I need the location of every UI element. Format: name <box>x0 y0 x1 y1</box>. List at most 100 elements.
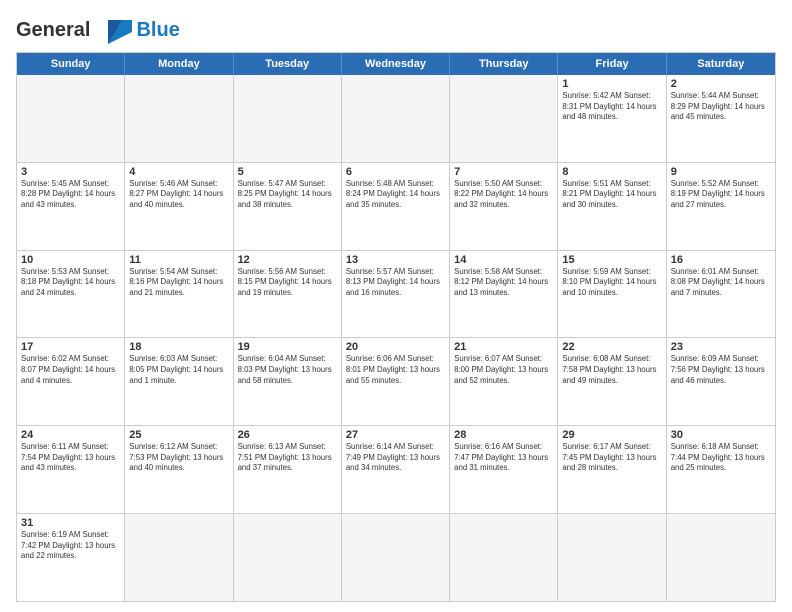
cal-cell <box>558 514 666 601</box>
cal-cell: 1Sunrise: 5:42 AM Sunset: 8:31 PM Daylig… <box>558 75 666 162</box>
day-number: 20 <box>346 341 445 353</box>
day-info: Sunrise: 6:07 AM Sunset: 8:00 PM Dayligh… <box>454 354 553 386</box>
cal-cell: 6Sunrise: 5:48 AM Sunset: 8:24 PM Daylig… <box>342 163 450 250</box>
day-info: Sunrise: 5:48 AM Sunset: 8:24 PM Dayligh… <box>346 179 445 211</box>
cal-cell: 2Sunrise: 5:44 AM Sunset: 8:29 PM Daylig… <box>667 75 775 162</box>
cal-cell: 29Sunrise: 6:17 AM Sunset: 7:45 PM Dayli… <box>558 426 666 513</box>
cal-cell: 25Sunrise: 6:12 AM Sunset: 7:53 PM Dayli… <box>125 426 233 513</box>
header-day-monday: Monday <box>125 53 233 75</box>
day-number: 30 <box>671 429 771 441</box>
header-day-wednesday: Wednesday <box>342 53 450 75</box>
cal-cell: 8Sunrise: 5:51 AM Sunset: 8:21 PM Daylig… <box>558 163 666 250</box>
cal-cell <box>125 75 233 162</box>
cal-cell: 28Sunrise: 6:16 AM Sunset: 7:47 PM Dayli… <box>450 426 558 513</box>
cal-cell: 14Sunrise: 5:58 AM Sunset: 8:12 PM Dayli… <box>450 251 558 338</box>
header-day-saturday: Saturday <box>667 53 775 75</box>
day-info: Sunrise: 6:13 AM Sunset: 7:51 PM Dayligh… <box>238 442 337 474</box>
day-number: 15 <box>562 254 661 266</box>
day-info: Sunrise: 6:18 AM Sunset: 7:44 PM Dayligh… <box>671 442 771 474</box>
day-number: 10 <box>21 254 120 266</box>
day-number: 27 <box>346 429 445 441</box>
day-info: Sunrise: 5:53 AM Sunset: 8:18 PM Dayligh… <box>21 267 120 299</box>
day-info: Sunrise: 5:46 AM Sunset: 8:27 PM Dayligh… <box>129 179 228 211</box>
day-number: 7 <box>454 166 553 178</box>
cal-cell <box>450 75 558 162</box>
day-number: 25 <box>129 429 228 441</box>
cal-cell: 12Sunrise: 5:56 AM Sunset: 8:15 PM Dayli… <box>234 251 342 338</box>
day-info: Sunrise: 5:42 AM Sunset: 8:31 PM Dayligh… <box>562 91 661 123</box>
logo-blue: Blue <box>136 19 179 42</box>
week-row-0: 1Sunrise: 5:42 AM Sunset: 8:31 PM Daylig… <box>17 75 775 162</box>
day-number: 18 <box>129 341 228 353</box>
day-info: Sunrise: 5:50 AM Sunset: 8:22 PM Dayligh… <box>454 179 553 211</box>
cal-cell: 27Sunrise: 6:14 AM Sunset: 7:49 PM Dayli… <box>342 426 450 513</box>
day-number: 26 <box>238 429 337 441</box>
cal-cell: 15Sunrise: 5:59 AM Sunset: 8:10 PM Dayli… <box>558 251 666 338</box>
cal-cell <box>125 514 233 601</box>
cal-cell <box>342 75 450 162</box>
day-info: Sunrise: 6:03 AM Sunset: 8:05 PM Dayligh… <box>129 354 228 386</box>
cal-cell: 24Sunrise: 6:11 AM Sunset: 7:54 PM Dayli… <box>17 426 125 513</box>
cal-cell: 7Sunrise: 5:50 AM Sunset: 8:22 PM Daylig… <box>450 163 558 250</box>
day-number: 11 <box>129 254 228 266</box>
day-number: 21 <box>454 341 553 353</box>
calendar: SundayMondayTuesdayWednesdayThursdayFrid… <box>16 52 776 602</box>
day-info: Sunrise: 6:04 AM Sunset: 8:03 PM Dayligh… <box>238 354 337 386</box>
week-row-1: 3Sunrise: 5:45 AM Sunset: 8:28 PM Daylig… <box>17 162 775 250</box>
calendar-body: 1Sunrise: 5:42 AM Sunset: 8:31 PM Daylig… <box>17 75 775 601</box>
cal-cell: 10Sunrise: 5:53 AM Sunset: 8:18 PM Dayli… <box>17 251 125 338</box>
day-number: 23 <box>671 341 771 353</box>
calendar-header: SundayMondayTuesdayWednesdayThursdayFrid… <box>17 53 775 75</box>
day-number: 4 <box>129 166 228 178</box>
day-number: 31 <box>21 517 120 529</box>
day-number: 9 <box>671 166 771 178</box>
cal-cell: 3Sunrise: 5:45 AM Sunset: 8:28 PM Daylig… <box>17 163 125 250</box>
day-number: 22 <box>562 341 661 353</box>
day-info: Sunrise: 5:57 AM Sunset: 8:13 PM Dayligh… <box>346 267 445 299</box>
logo: General Blue <box>16 16 180 44</box>
week-row-5: 31Sunrise: 6:19 AM Sunset: 7:42 PM Dayli… <box>17 513 775 601</box>
page: General Blue SundayMondayTuesdayWednesda… <box>0 0 792 612</box>
day-number: 19 <box>238 341 337 353</box>
day-info: Sunrise: 6:11 AM Sunset: 7:54 PM Dayligh… <box>21 442 120 474</box>
day-number: 29 <box>562 429 661 441</box>
cal-cell: 13Sunrise: 5:57 AM Sunset: 8:13 PM Dayli… <box>342 251 450 338</box>
day-info: Sunrise: 5:56 AM Sunset: 8:15 PM Dayligh… <box>238 267 337 299</box>
header-day-tuesday: Tuesday <box>234 53 342 75</box>
day-number: 28 <box>454 429 553 441</box>
header: General Blue <box>16 16 776 44</box>
day-info: Sunrise: 5:58 AM Sunset: 8:12 PM Dayligh… <box>454 267 553 299</box>
day-number: 24 <box>21 429 120 441</box>
day-info: Sunrise: 6:19 AM Sunset: 7:42 PM Dayligh… <box>21 530 120 562</box>
day-number: 2 <box>671 78 771 90</box>
day-info: Sunrise: 5:59 AM Sunset: 8:10 PM Dayligh… <box>562 267 661 299</box>
day-info: Sunrise: 6:02 AM Sunset: 8:07 PM Dayligh… <box>21 354 120 386</box>
cal-cell: 21Sunrise: 6:07 AM Sunset: 8:00 PM Dayli… <box>450 338 558 425</box>
cal-cell: 22Sunrise: 6:08 AM Sunset: 7:58 PM Dayli… <box>558 338 666 425</box>
day-info: Sunrise: 5:45 AM Sunset: 8:28 PM Dayligh… <box>21 179 120 211</box>
cal-cell: 23Sunrise: 6:09 AM Sunset: 7:56 PM Dayli… <box>667 338 775 425</box>
day-info: Sunrise: 5:51 AM Sunset: 8:21 PM Dayligh… <box>562 179 661 211</box>
day-number: 16 <box>671 254 771 266</box>
week-row-2: 10Sunrise: 5:53 AM Sunset: 8:18 PM Dayli… <box>17 250 775 338</box>
day-info: Sunrise: 6:08 AM Sunset: 7:58 PM Dayligh… <box>562 354 661 386</box>
header-day-sunday: Sunday <box>17 53 125 75</box>
header-day-friday: Friday <box>558 53 666 75</box>
day-number: 5 <box>238 166 337 178</box>
cal-cell: 26Sunrise: 6:13 AM Sunset: 7:51 PM Dayli… <box>234 426 342 513</box>
cal-cell: 31Sunrise: 6:19 AM Sunset: 7:42 PM Dayli… <box>17 514 125 601</box>
day-number: 12 <box>238 254 337 266</box>
week-row-3: 17Sunrise: 6:02 AM Sunset: 8:07 PM Dayli… <box>17 337 775 425</box>
logo-icon <box>94 16 132 44</box>
day-info: Sunrise: 6:06 AM Sunset: 8:01 PM Dayligh… <box>346 354 445 386</box>
day-info: Sunrise: 5:44 AM Sunset: 8:29 PM Dayligh… <box>671 91 771 123</box>
cal-cell: 30Sunrise: 6:18 AM Sunset: 7:44 PM Dayli… <box>667 426 775 513</box>
cal-cell <box>667 514 775 601</box>
cal-cell <box>17 75 125 162</box>
day-info: Sunrise: 6:12 AM Sunset: 7:53 PM Dayligh… <box>129 442 228 474</box>
day-number: 6 <box>346 166 445 178</box>
day-number: 3 <box>21 166 120 178</box>
cal-cell <box>342 514 450 601</box>
cal-cell <box>234 514 342 601</box>
cal-cell: 20Sunrise: 6:06 AM Sunset: 8:01 PM Dayli… <box>342 338 450 425</box>
